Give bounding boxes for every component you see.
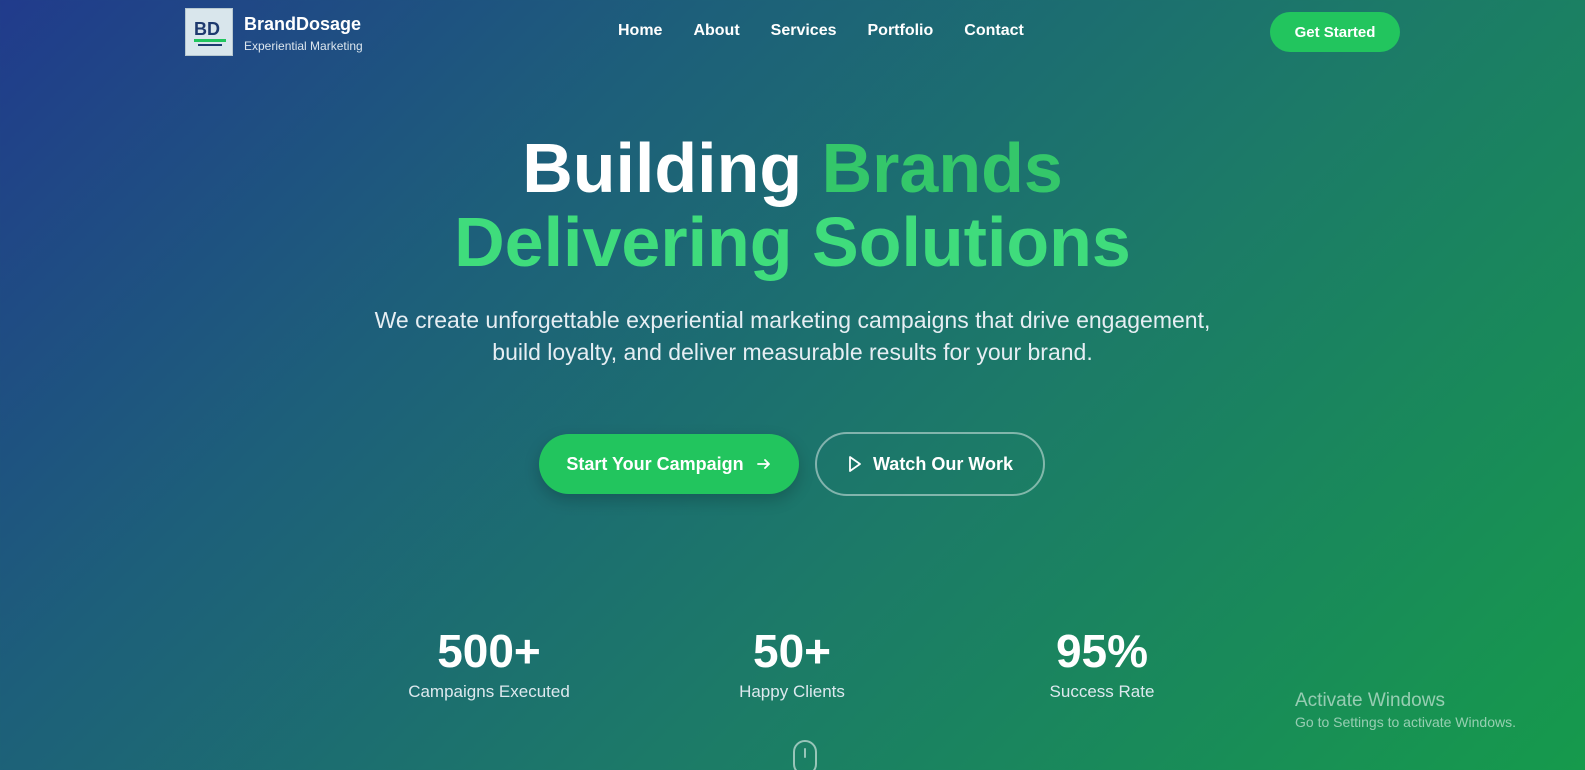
hero-title-highlight: Brands <box>821 129 1063 207</box>
stat-campaigns: 500+ Campaigns Executed <box>379 624 599 702</box>
hero-subtitle-line1: We create unforgettable experiential mar… <box>374 307 1211 333</box>
nav-link-contact[interactable]: Contact <box>964 22 1024 40</box>
activate-windows-subtitle: Go to Settings to activate Windows. <box>1295 714 1516 730</box>
hero-title-line1: Building Brands <box>0 128 1585 208</box>
stat-label: Happy Clients <box>739 682 845 701</box>
stat-label: Campaigns Executed <box>408 682 570 701</box>
brand-tagline: Experiential Marketing <box>244 39 363 53</box>
arrow-right-icon <box>756 459 770 469</box>
get-started-button[interactable]: Get Started <box>1270 12 1400 52</box>
play-icon <box>849 456 861 472</box>
nav-links: Home About Services Portfolio Contact <box>618 22 1024 40</box>
stat-clients: 50+ Happy Clients <box>682 624 902 702</box>
stat-value: 95% <box>1055 625 1149 677</box>
watch-our-work-button[interactable]: Watch Our Work <box>815 432 1045 496</box>
stat-label: Success Rate <box>1049 682 1155 701</box>
hero-title-part1: Building <box>522 129 803 207</box>
nav-link-services[interactable]: Services <box>771 22 837 40</box>
nav-link-about[interactable]: About <box>693 22 739 40</box>
scroll-down-icon[interactable] <box>793 740 817 770</box>
logo-mark-icon: BD <box>194 19 226 46</box>
stat-success-rate: 95% Success Rate <box>992 624 1212 702</box>
start-campaign-button[interactable]: Start Your Campaign <box>539 434 799 494</box>
brand-name[interactable]: BrandDosage <box>244 14 361 35</box>
stat-value: 500+ <box>437 625 541 677</box>
watch-our-work-label: Watch Our Work <box>872 453 1013 474</box>
nav-link-portfolio[interactable]: Portfolio <box>868 22 934 40</box>
hero-subtitle: We create unforgettable experiential mar… <box>340 304 1245 368</box>
start-campaign-label: Start Your Campaign <box>566 453 744 474</box>
hero-subtitle-line2: build loyalty, and deliver measurable re… <box>492 339 1093 365</box>
top-navigation: BD BrandDosage Experiential Marketing Ho… <box>0 0 1585 64</box>
brand-logo[interactable]: BD <box>185 8 233 56</box>
nav-link-home[interactable]: Home <box>618 22 662 40</box>
stat-value: 50+ <box>752 625 832 677</box>
svg-text:BD: BD <box>194 19 220 39</box>
hero-title-line2: Delivering Solutions <box>454 203 1131 281</box>
activate-windows-title: Activate Windows <box>1295 690 1445 711</box>
